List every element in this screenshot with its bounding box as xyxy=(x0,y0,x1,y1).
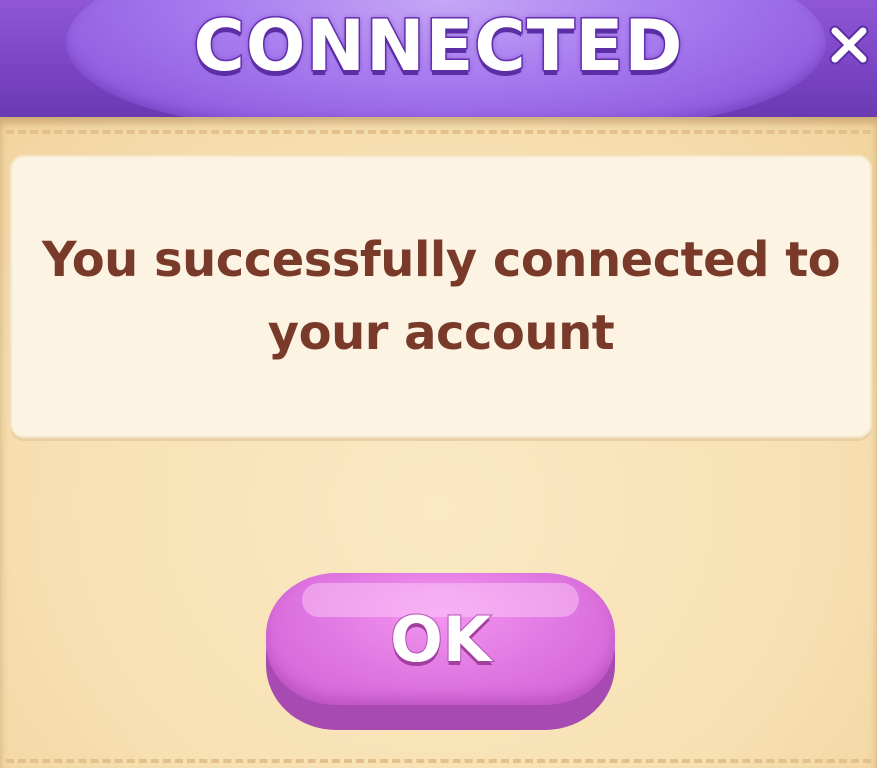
stitch-divider-top xyxy=(6,130,871,134)
dialog-message: You successfully connected to your accou… xyxy=(41,231,841,361)
ok-button-label: OK xyxy=(389,602,492,677)
connected-dialog: CONNECTED You successfully connected to … xyxy=(0,0,877,768)
message-box: You successfully connected to your accou… xyxy=(10,155,872,438)
stitch-divider-bottom xyxy=(6,759,871,763)
dialog-header: CONNECTED xyxy=(0,0,877,125)
dialog-title: CONNECTED xyxy=(192,4,684,89)
close-icon xyxy=(829,25,869,65)
close-button[interactable] xyxy=(818,14,877,76)
ok-button[interactable]: OK xyxy=(266,573,615,705)
